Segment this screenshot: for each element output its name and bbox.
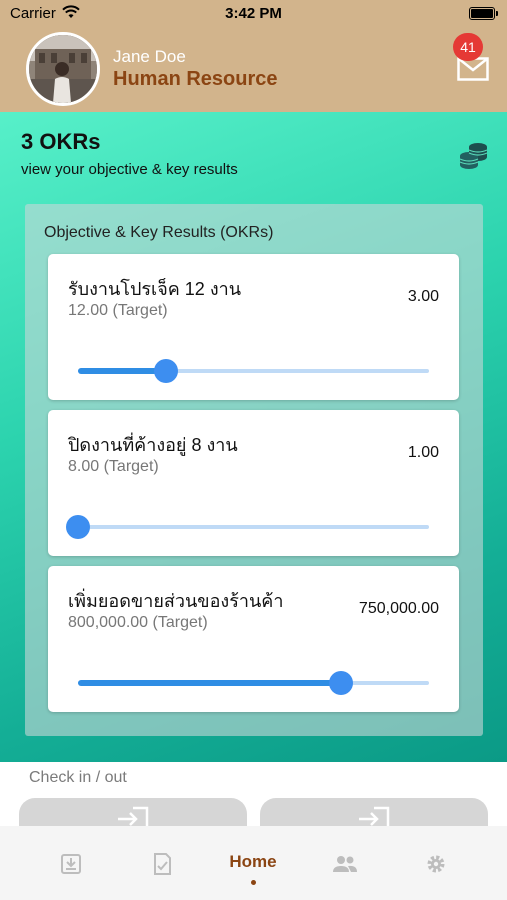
mail-icon[interactable] (457, 57, 489, 81)
okr-count: 3 OKRs (21, 129, 101, 154)
okr-progress-slider[interactable] (78, 359, 429, 383)
coins-icon[interactable] (458, 140, 488, 170)
tab-bar: Home (0, 826, 507, 900)
slider-thumb[interactable] (329, 671, 354, 695)
checkin-section: Check in / out (0, 762, 507, 838)
okr-progress-slider[interactable] (66, 515, 429, 539)
slider-thumb[interactable] (153, 359, 178, 383)
okr-card[interactable]: เพิ่มยอดขายส่วนของร้านค้า 800,000.00 (Ta… (48, 566, 459, 712)
okr-target: 8.00 (Target) (68, 458, 159, 475)
okr-panel-title: Objective & Key Results (OKRs) (44, 224, 274, 241)
gear-tab-icon[interactable] (421, 852, 451, 876)
active-tab-indicator (251, 880, 256, 885)
okr-progress-slider[interactable] (78, 671, 429, 695)
okr-value: 750,000.00 (358, 600, 439, 617)
user-role: Human Resource (113, 68, 278, 90)
okr-title: ปิดงานที่ค้างอยู่ 8 งาน (68, 435, 238, 455)
okr-value: 1.00 (407, 444, 439, 461)
okr-subtitle: view your objective & key results (21, 161, 238, 178)
okr-target: 800,000.00 (Target) (68, 614, 208, 631)
mail-badge: 41 (453, 33, 483, 61)
okr-panel: Objective & Key Results (OKRs) รับงานโปร… (25, 204, 483, 736)
okr-section: 3 OKRs view your objective & key results… (0, 112, 507, 762)
checklist-tab-icon[interactable] (147, 852, 177, 876)
okr-target: 12.00 (Target) (68, 302, 168, 319)
people-tab-icon[interactable] (330, 852, 360, 876)
okr-title: รับงานโปรเจ็ค 12 งาน (68, 279, 242, 299)
clock: 3:42 PM (225, 5, 282, 22)
slider-thumb[interactable] (66, 515, 90, 539)
okr-value: 3.00 (407, 288, 439, 305)
avatar-photo (29, 35, 97, 103)
okr-card[interactable]: รับงานโปรเจ็ค 12 งาน 12.00 (Target) 3.00 (48, 254, 459, 400)
status-bar: Carrier 3:42 PM (0, 0, 507, 28)
tab-home[interactable]: Home (203, 852, 303, 872)
battery-icon (469, 7, 498, 20)
okr-title: เพิ่มยอดขายส่วนของร้านค้า (68, 591, 284, 611)
avatar[interactable] (26, 32, 100, 106)
checkin-title: Check in / out (29, 769, 127, 786)
header: Carrier 3:42 PM Jane Doe Human Resource … (0, 0, 507, 112)
download-tab-icon[interactable] (56, 852, 86, 876)
user-name: Jane Doe (113, 47, 186, 66)
okr-card[interactable]: ปิดงานที่ค้างอยู่ 8 งาน 8.00 (Target) 1.… (48, 410, 459, 556)
